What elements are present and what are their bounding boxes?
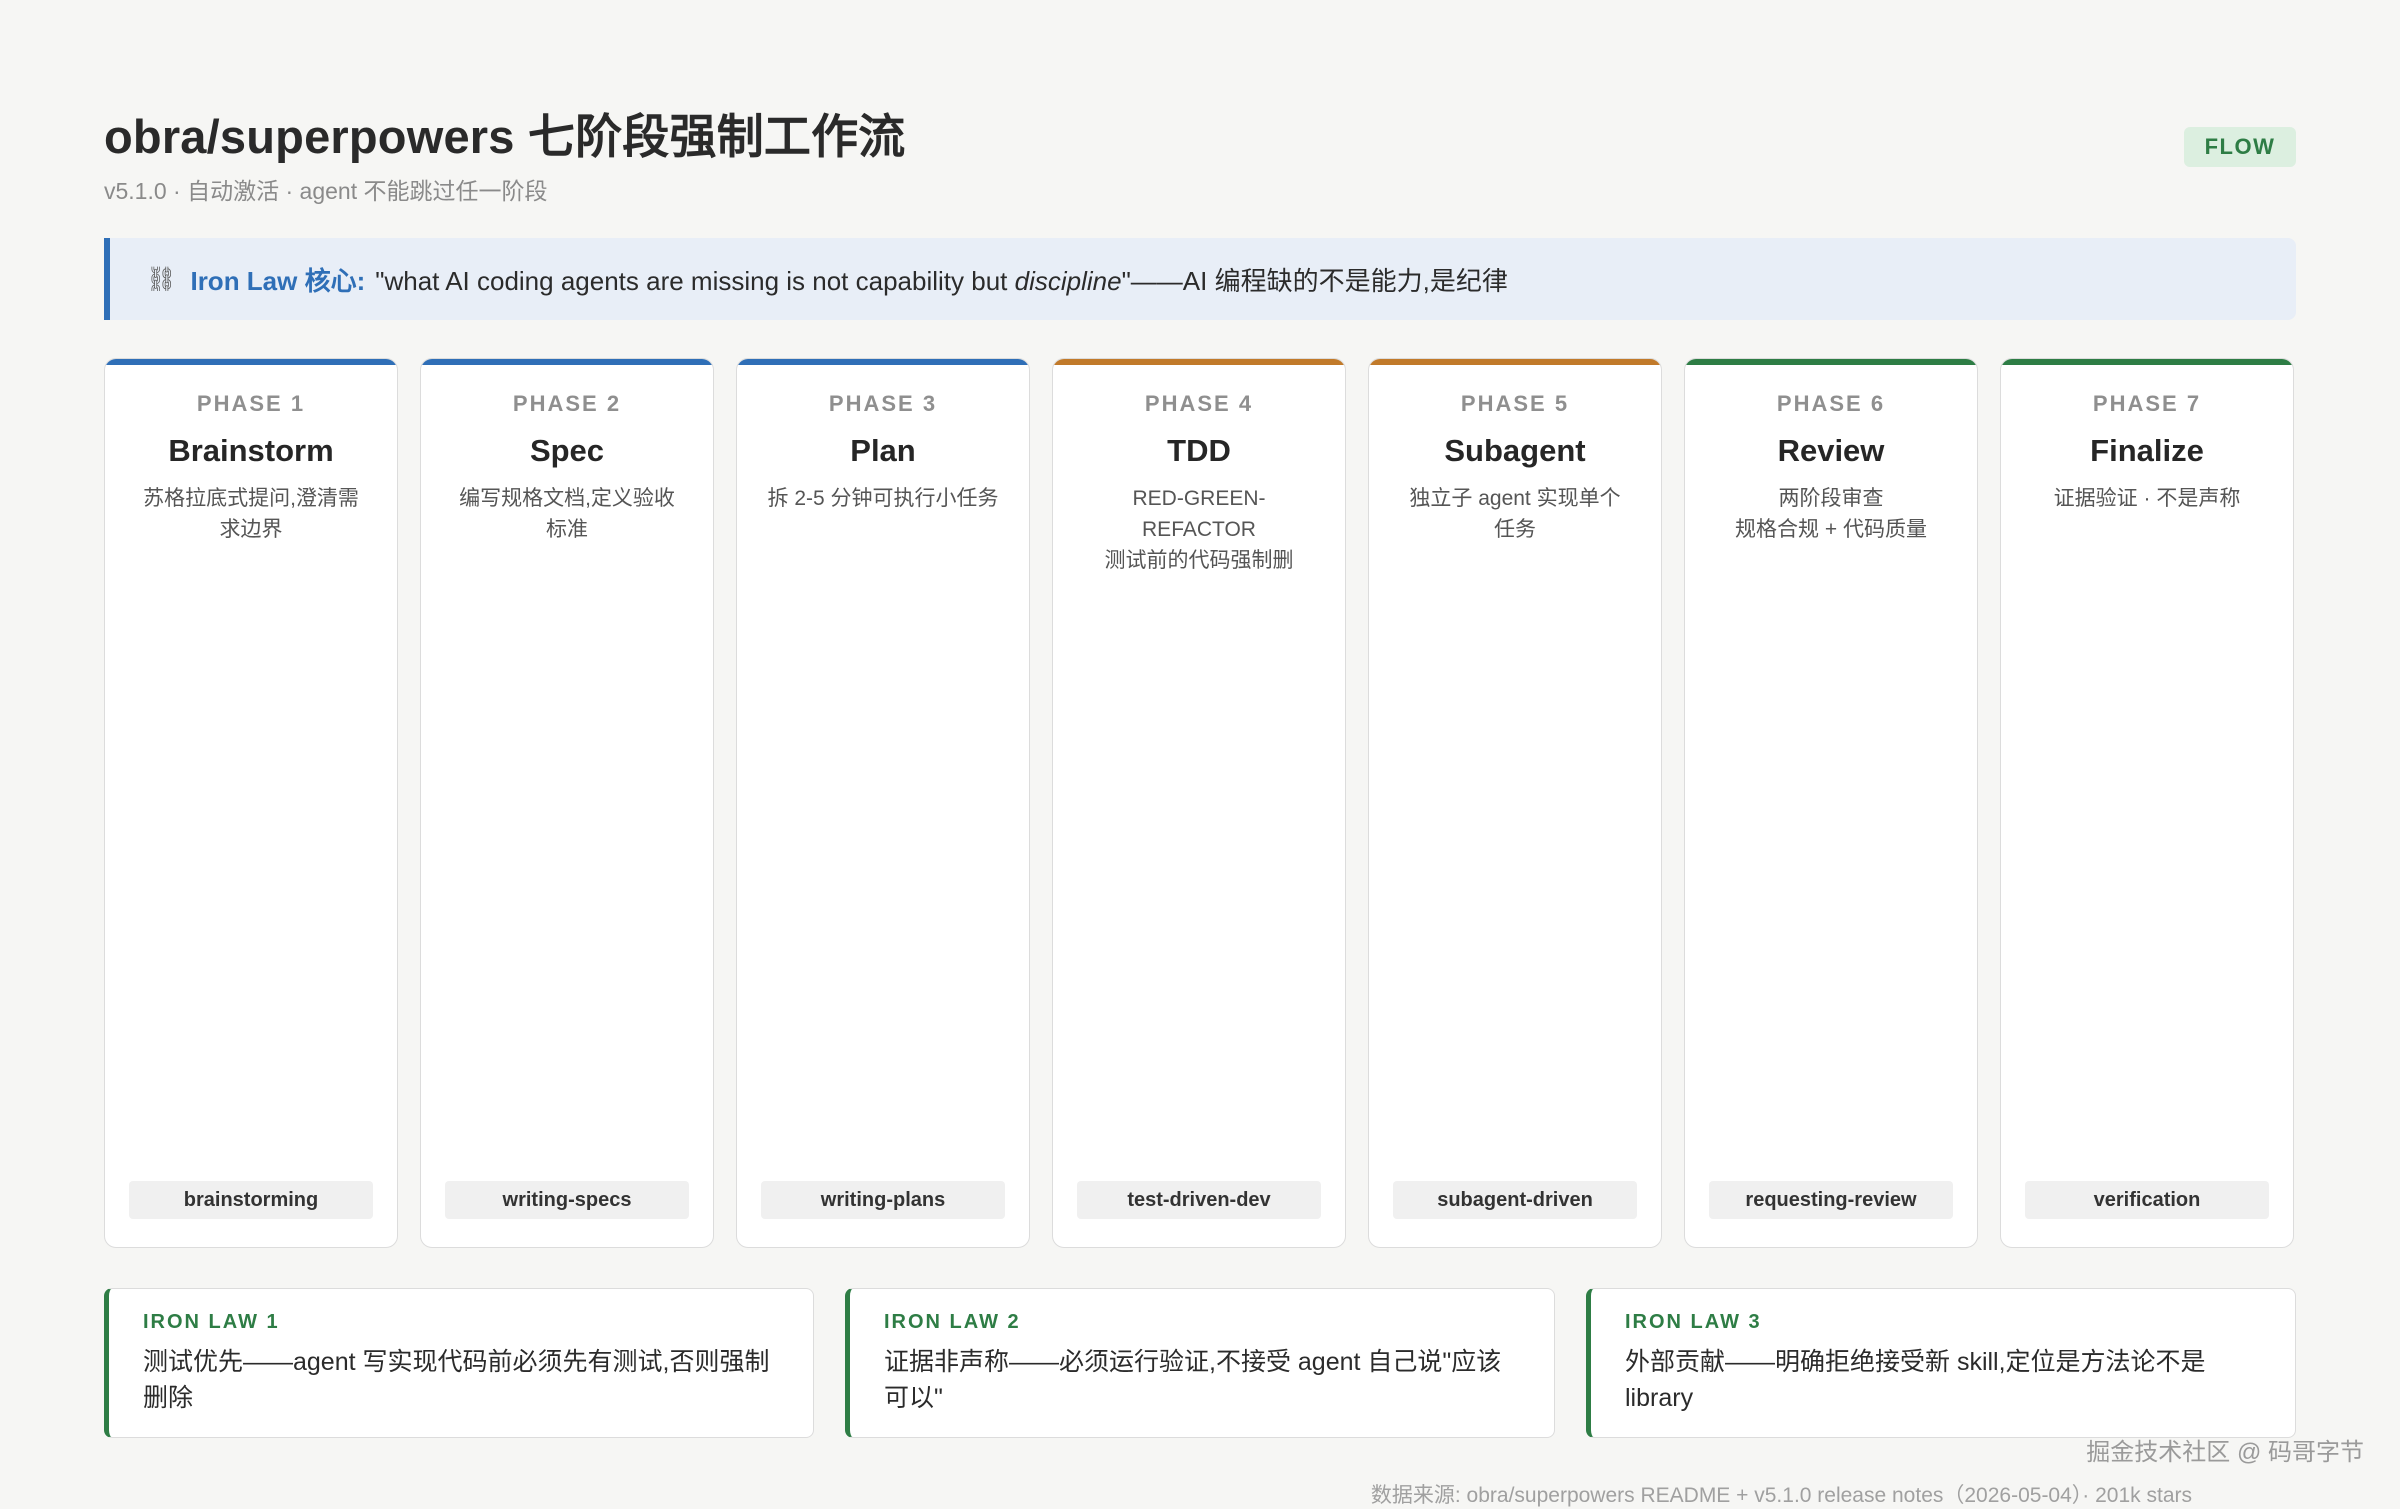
iron-law-quote: "what AI coding agents are missing is no… (375, 261, 1508, 298)
iron-law-card-1: IRON LAW 1 测试优先——agent 写实现代码前必须先有测试,否则强制… (104, 1288, 814, 1438)
phase-card-6: PHASE 6 Review 两阶段审查 规格合规 + 代码质量 requesting… (1684, 358, 1978, 1248)
phase-number: PHASE 6 (1776, 391, 1886, 416)
iron-law-core-label: Iron Law 核心: (190, 265, 366, 296)
phase-number: PHASE 7 (2092, 391, 2202, 416)
chain-icon: ⛓ (146, 265, 177, 293)
iron-law-body: 外部贡献——明确拒绝接受新 skill,定位是方法论不是 library (1625, 1348, 2206, 1412)
iron-law-title: IRON LAW 2 (884, 1311, 1021, 1333)
phase-number: PHASE 4 (1144, 391, 1254, 416)
page-title: obra/superpowers 七阶段强制工作流 (104, 110, 906, 163)
phase-skill-tag: writing-specs (445, 1181, 689, 1219)
phase-name: Subagent (1444, 433, 1586, 468)
phase-number: PHASE 5 (1460, 391, 1570, 416)
phase-description: 苏格拉底式提问,澄清需求边界 (143, 487, 359, 541)
phase-skill-tag: writing-plans (761, 1181, 1005, 1219)
quote-text-post: "——AI 编程缺的不是能力,是纪律 (1121, 265, 1508, 296)
page-subtitle: v5.1.0 · 自动激活 · agent 不能跳过任一阶段 (104, 178, 548, 204)
phase-name: Plan (850, 433, 916, 468)
phase-color-bar (1369, 359, 1661, 365)
phase-description: 证据验证 · 不是声称 (2053, 487, 2241, 510)
phase-card-2: PHASE 2 Spec 编写规格文档,定义验收标准 writing-specs (420, 358, 714, 1248)
phase-name: Brainstorm (168, 433, 334, 468)
phase-description: 编写规格文档,定义验收标准 (459, 487, 675, 541)
phase-card-1: PHASE 1 Brainstorm 苏格拉底式提问,澄清需求边界 brainstor… (104, 358, 398, 1248)
infographic-page: obra/superpowers 七阶段强制工作流 v5.1.0 · 自动激活 … (104, 0, 2296, 1507)
phase-skill-tag: brainstorming (129, 1181, 373, 1219)
phase-card-4: PHASE 4 TDD RED-GREEN-REFACTOR 测试前的代码强制删 te… (1052, 358, 1346, 1248)
phase-name: TDD (1167, 433, 1231, 468)
quote-text-pre: "what AI coding agents are missing is no… (375, 265, 1015, 296)
phase-name: Spec (529, 433, 605, 468)
phase-color-bar (1053, 359, 1345, 365)
iron-law-title: IRON LAW 3 (1625, 1311, 1762, 1333)
phase-color-bar (421, 359, 713, 365)
phase-color-bar (2001, 359, 2293, 365)
iron-law-title: IRON LAW 1 (143, 1311, 280, 1333)
phase-cards: PHASE 1 Brainstorm 苏格拉底式提问,澄清需求边界 brainstor… (104, 358, 2296, 1248)
iron-law-body: 测试优先——agent 写实现代码前必须先有测试,否则强制删除 (143, 1348, 770, 1412)
phase-name: Finalize (2090, 433, 2204, 468)
phase-description: 独立子 agent 实现单个任务 (1409, 487, 1621, 541)
phase-description: RED-GREEN-REFACTOR 测试前的代码强制删 (1104, 487, 1294, 572)
phase-number: PHASE 3 (828, 391, 938, 416)
phase-skill-tag: requesting-review (1709, 1181, 1953, 1219)
quote-emphasis: discipline (1014, 265, 1122, 296)
phase-card-7: PHASE 7 Finalize 证据验证 · 不是声称 verification (2000, 358, 2294, 1248)
phase-color-bar (737, 359, 1029, 365)
phase-color-bar (105, 359, 397, 365)
phase-description: 两阶段审查 规格合规 + 代码质量 (1735, 487, 1927, 541)
iron-law-card-3: IRON LAW 3 外部贡献——明确拒绝接受新 skill,定位是方法论不是 … (1586, 1288, 2296, 1438)
phase-skill-tag: test-driven-dev (1077, 1181, 1321, 1219)
phase-name: Review (1777, 433, 1885, 468)
iron-law-banner: ⛓ Iron Law 核心: "what AI coding agents ar… (104, 238, 2296, 320)
phase-number: PHASE 2 (512, 391, 622, 416)
phase-skill-tag: verification (2025, 1181, 2269, 1219)
phase-skill-tag: subagent-driven (1393, 1181, 1637, 1219)
phase-color-bar (1685, 359, 1977, 365)
phase-description: 拆 2-5 分钟可执行小任务 (767, 487, 999, 510)
iron-law-card-2: IRON LAW 2 证据非声称——必须运行验证,不接受 agent 自己说"应… (845, 1288, 1555, 1438)
watermark: 掘金技术社区 @ 码哥字节 (2086, 1439, 2364, 1466)
phase-number: PHASE 1 (196, 391, 306, 416)
data-source-note: 数据来源: obra/superpowers README + v5.1.0 r… (1370, 1484, 2192, 1507)
iron-law-body: 证据非声称——必须运行验证,不接受 agent 自己说"应该可以" (884, 1348, 1502, 1412)
phase-card-3: PHASE 3 Plan 拆 2-5 分钟可执行小任务 writing-plans (736, 358, 1030, 1248)
phase-card-5: PHASE 5 Subagent 独立子 agent 实现单个任务 subagent-… (1368, 358, 1662, 1248)
flow-badge: FLOW (2184, 127, 2296, 167)
